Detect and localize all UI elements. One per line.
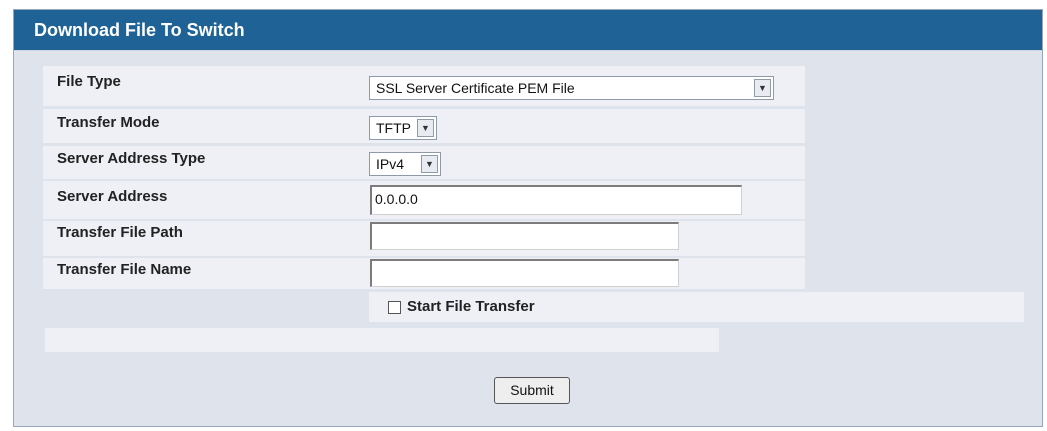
chevron-down-icon[interactable]: ▼ [417,119,434,137]
file-type-label: File Type [57,73,121,90]
server-address-type-value: IPv4 [376,156,405,172]
transfer-file-path-input[interactable] [370,222,679,250]
file-type-value: SSL Server Certificate PEM File [376,80,575,96]
transfer-mode-value: TFTP [376,120,411,136]
transfer-file-path-label: Transfer File Path [57,224,183,241]
start-file-transfer-label: Start File Transfer [407,298,535,315]
transfer-file-name-label: Transfer File Name [57,261,192,278]
transfer-file-name-input[interactable] [370,259,679,287]
status-bar [45,328,719,352]
chevron-down-icon[interactable]: ▼ [754,79,771,97]
panel-title: Download File To Switch [34,20,245,40]
start-file-transfer-checkbox[interactable] [388,301,401,314]
submit-button[interactable]: Submit [494,377,570,404]
file-type-select[interactable]: SSL Server Certificate PEM File ▼ [369,76,774,100]
server-address-input[interactable]: 0.0.0.0 [370,185,742,215]
server-address-label: Server Address [57,188,168,205]
transfer-mode-select[interactable]: TFTP ▼ [369,116,437,140]
download-file-panel: Download File To Switch File Type SSL Se… [13,9,1043,427]
server-address-type-select[interactable]: IPv4 ▼ [369,152,441,176]
chevron-down-icon[interactable]: ▼ [421,155,438,173]
start-file-transfer-row: Start File Transfer [369,292,1024,322]
transfer-mode-label: Transfer Mode [57,114,160,131]
panel-title-bar: Download File To Switch [14,10,1042,51]
server-address-type-label: Server Address Type [57,150,206,167]
